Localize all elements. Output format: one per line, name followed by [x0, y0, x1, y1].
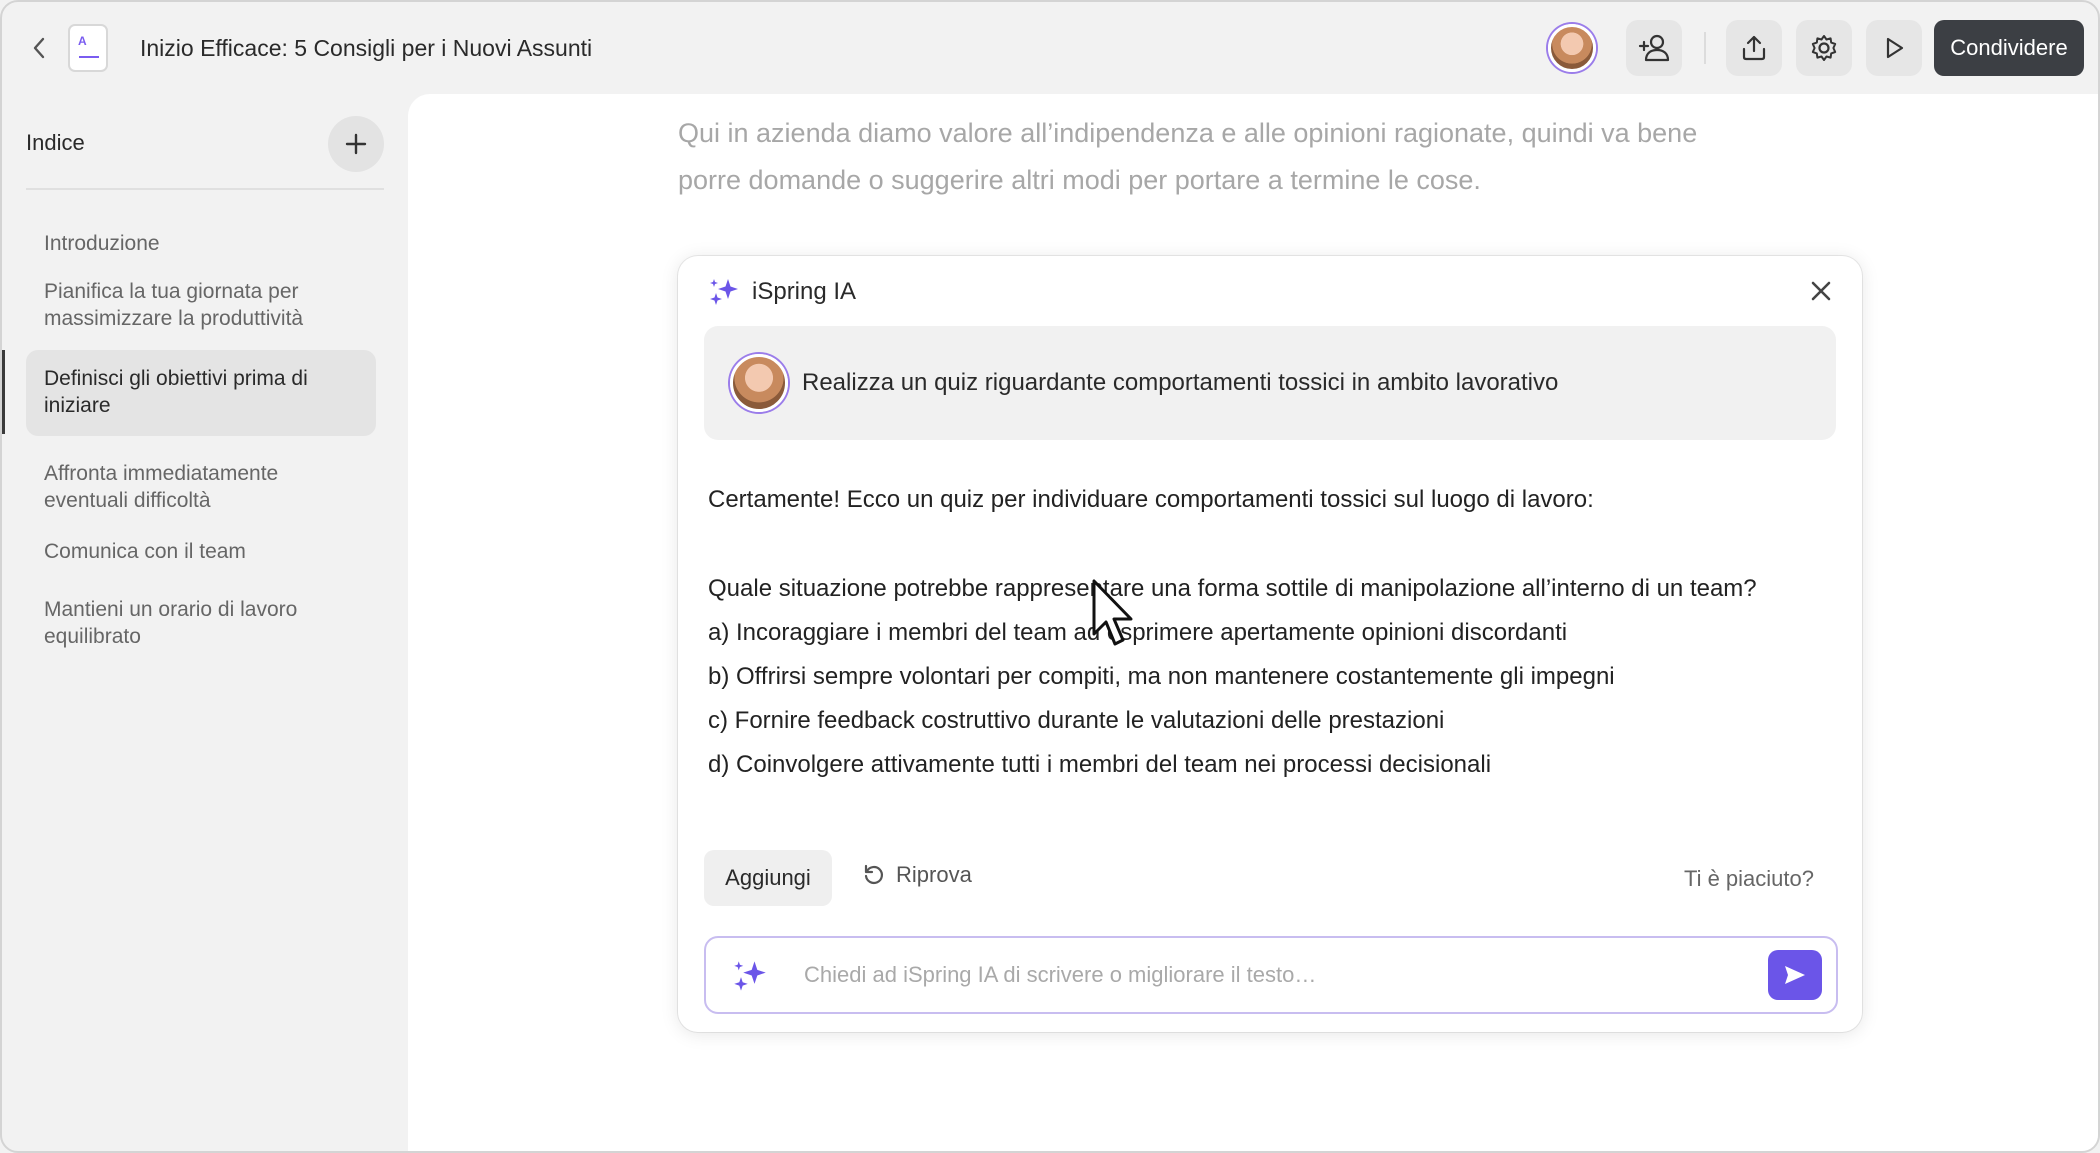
plus-icon — [345, 133, 367, 155]
send-button[interactable] — [1768, 950, 1822, 1000]
ai-panel-header: iSpring IA — [708, 276, 856, 308]
avatar — [730, 354, 788, 412]
feedback-link[interactable]: Ti è piaciuto? — [1684, 866, 1814, 892]
mouse-pointer-icon — [1092, 579, 1133, 646]
toc-item-comunica[interactable]: Comunica con il team — [26, 528, 376, 575]
toc-item-label: Comunica con il team — [44, 540, 246, 563]
toc-item-label: Definisci gli obiettivi prima di iniziar… — [44, 367, 308, 417]
toc-title: Indice — [26, 130, 85, 155]
toc-item-label: Mantieni un orario di lavoro equilibrato — [44, 598, 298, 648]
sparkle-icon — [734, 961, 766, 991]
toc-item-affronta[interactable]: Affronta immediatamente eventuali diffic… — [26, 450, 376, 524]
prompt-text: Realizza un quiz riguardante comportamen… — [802, 369, 1559, 396]
ai-prompt-field — [704, 936, 1838, 1014]
quiz-option-a: a) Incoraggiare i membri del team ad esp… — [708, 619, 1568, 646]
add-section-button[interactable] — [328, 116, 384, 172]
quiz-option-c: c) Fornire feedback costruttivo durante … — [708, 707, 1445, 734]
retry-button[interactable]: Riprova — [862, 862, 972, 888]
ai-prompt-input[interactable] — [804, 952, 1704, 998]
toc-item-label: Affronta immediatamente eventuali diffic… — [44, 462, 279, 512]
editor-area: Qui in azienda diamo valore all’indipend… — [408, 94, 2098, 1151]
document-icon: A — [68, 24, 108, 72]
export-button[interactable] — [1726, 20, 1782, 76]
retry-label: Riprova — [896, 862, 972, 887]
play-icon — [1886, 37, 1904, 59]
toc-item-introduzione[interactable]: Introduzione — [26, 220, 376, 267]
response-intro: Certamente! Ecco un quiz per individuare… — [708, 486, 1594, 513]
add-button[interactable]: Aggiungi — [704, 850, 832, 906]
chevron-left-icon — [33, 37, 45, 59]
document-title: Inizio Efficace: 5 Consigli per i Nuovi … — [140, 35, 593, 61]
quiz-option-d: d) Coinvolgere attivamente tutti i membr… — [708, 751, 1492, 778]
sparkle-icon — [710, 279, 738, 305]
paragraph-text[interactable]: Qui in azienda diamo valore all’indipend… — [678, 110, 1758, 204]
toc-item-label: Introduzione — [44, 232, 160, 255]
active-item-marker — [2, 350, 5, 434]
toc-item-mantieni[interactable]: Mantieni un orario di lavoro equilibrato — [26, 586, 376, 660]
toc-divider — [26, 188, 384, 190]
close-button[interactable] — [1806, 276, 1836, 306]
top-bar: A Inizio Efficace: 5 Consigli per i Nuov… — [2, 2, 2098, 94]
ai-assistant-panel: iSpring IA Realizza un quiz riguardante … — [678, 256, 1862, 1032]
send-icon — [1785, 966, 1805, 984]
gear-icon — [1811, 35, 1837, 61]
app-window: A Inizio Efficace: 5 Consigli per i Nuov… — [0, 0, 2100, 1153]
add-user-button[interactable] — [1626, 20, 1682, 76]
retry-icon — [864, 864, 884, 885]
toc-item-definisci[interactable]: Definisci gli obiettivi prima di iniziar… — [26, 350, 376, 436]
header-separator — [1704, 32, 1706, 64]
ai-panel-title: iSpring IA — [752, 278, 857, 305]
add-user-icon — [1638, 34, 1670, 62]
ai-response: Certamente! Ecco un quiz per individuare… — [708, 478, 1838, 787]
document-icon-letter: A — [78, 34, 87, 48]
close-icon — [1811, 281, 1831, 301]
user-avatar[interactable] — [1548, 24, 1596, 72]
settings-button[interactable] — [1796, 20, 1852, 76]
back-button[interactable] — [24, 32, 54, 64]
share-button[interactable]: Condividere — [1934, 20, 2084, 76]
toc-item-pianifica[interactable]: Pianifica la tua giornata per massimizza… — [26, 268, 376, 342]
quiz-question: Quale situazione potrebbe rappresentare … — [708, 575, 1757, 602]
user-prompt: Realizza un quiz riguardante comportamen… — [704, 326, 1836, 440]
quiz-option-b: b) Offrirsi sempre volontari per compiti… — [708, 663, 1615, 690]
table-of-contents: Indice Introduzione Pianifica la tua gio… — [2, 94, 408, 1151]
toc-item-label: Pianifica la tua giornata per massimizza… — [44, 280, 304, 330]
upload-icon — [1742, 35, 1766, 61]
preview-button[interactable] — [1866, 20, 1922, 76]
